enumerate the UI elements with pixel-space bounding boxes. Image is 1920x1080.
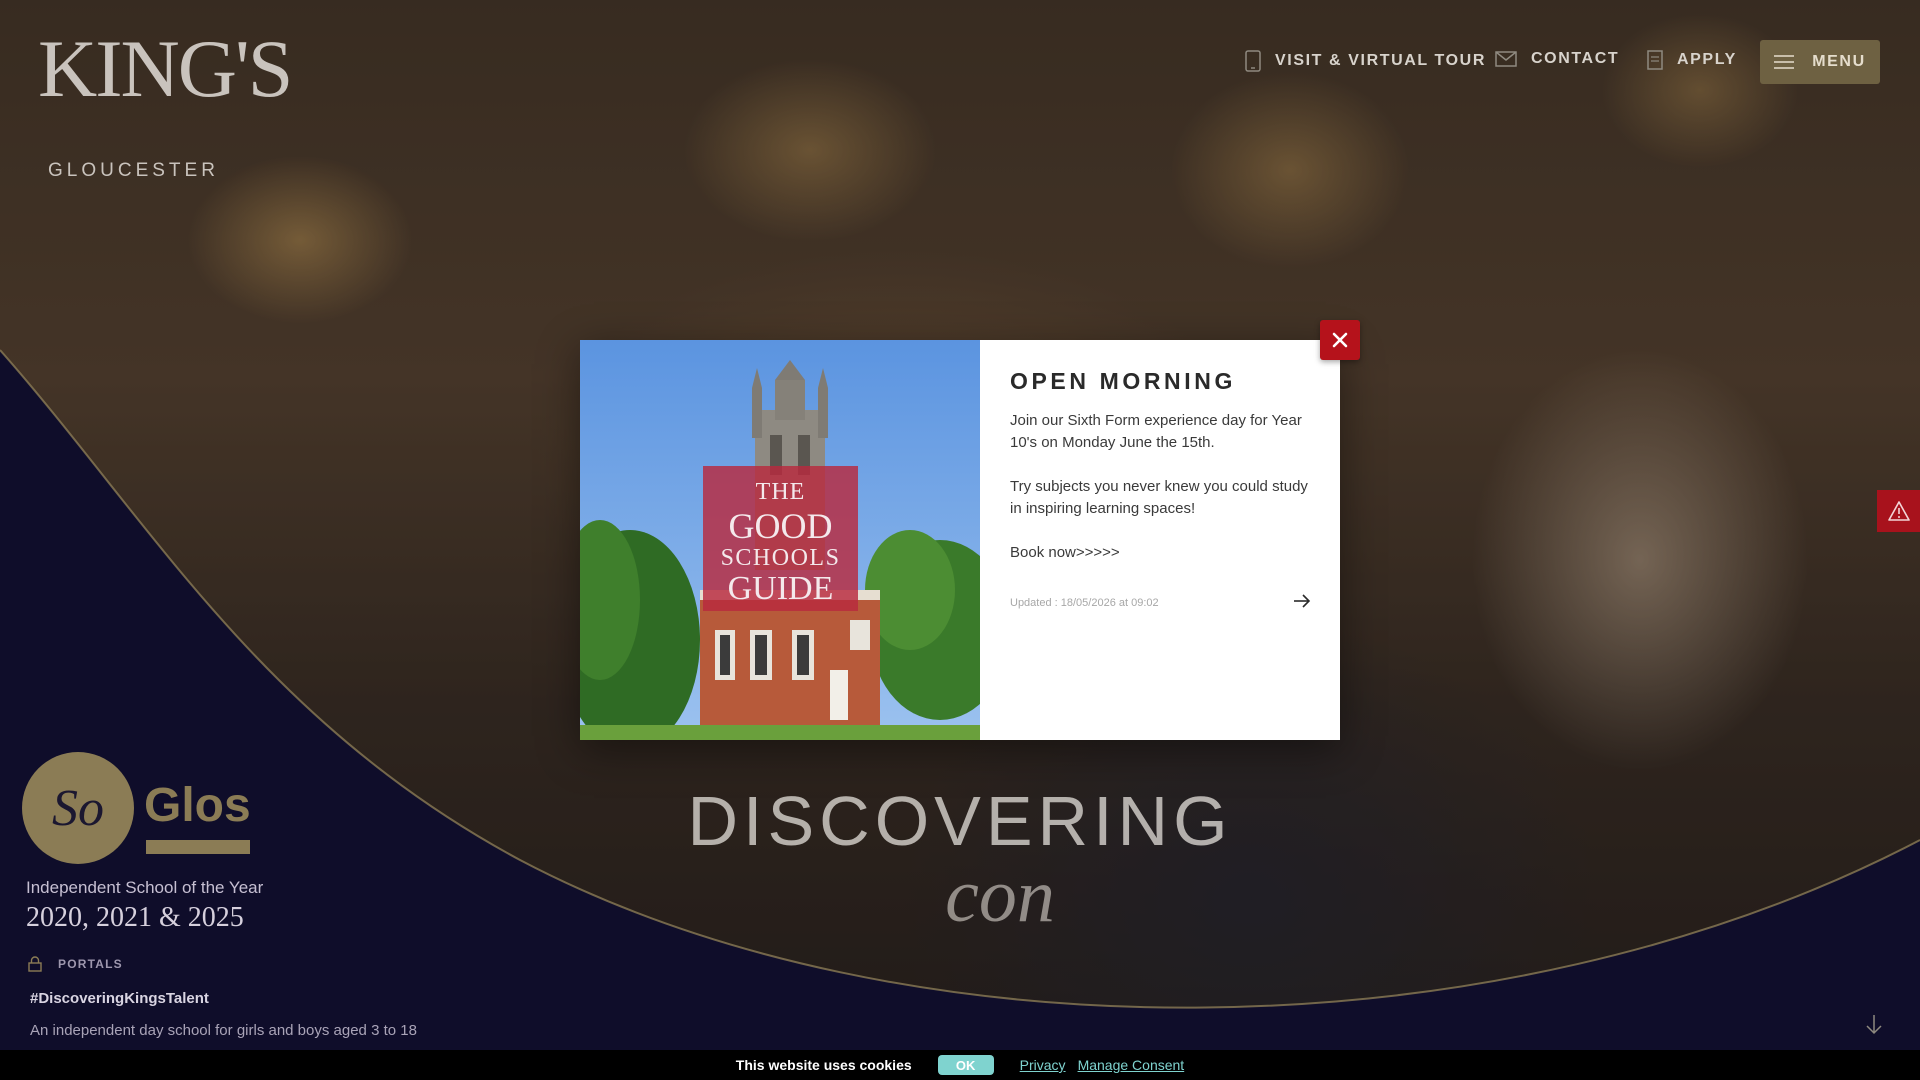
badge-line-guide: GUIDE [727,570,834,607]
hashtag-text: #DiscoveringKingsTalent [30,990,209,1007]
mail-icon [1495,51,1517,67]
good-schools-guide-badge: THE GOOD SCHOOLS GUIDE [703,466,858,611]
hero-heading: DISCOVERING [687,782,1233,860]
portals-link[interactable]: PORTALS [28,956,123,972]
portals-label: PORTALS [58,957,123,971]
arrow-down-icon[interactable] [1864,1014,1884,1036]
badge-line-the: THE [755,479,806,505]
modal-title: OPEN MORNING [1010,368,1236,394]
nav-apply-label: APPLY [1677,51,1737,68]
nav-contact-label: CONTACT [1531,50,1620,67]
lock-icon [28,956,42,972]
arrow-right-icon[interactable] [1292,593,1312,609]
cookie-ok-button[interactable]: OK [937,1055,994,1075]
modal-content: OPEN MORNING Join our Sixth Form experie… [1010,340,1316,740]
modal-updated-timestamp: Updated : 18/05/2026 at 09:02 [1010,597,1159,609]
modal-paragraph-2: Try subjects you never knew you could st… [1010,478,1308,517]
nav-contact[interactable]: CONTACT [1495,50,1619,68]
badge-line-schools: SCHOOLS [720,545,841,571]
phone-icon [1245,50,1261,72]
warning-icon [1887,501,1910,521]
cookie-message: This website uses cookies [735,1057,912,1073]
cookie-manage-consent-link[interactable]: Manage Consent [1078,1057,1185,1073]
cookie-links: Privacy Manage Consent [1020,1057,1185,1073]
modal-book-now-link[interactable]: Book now>>>>> [1010,542,1316,564]
menu-label: MENU [1812,53,1866,70]
cookie-privacy-link[interactable]: Privacy [1020,1057,1066,1073]
close-icon [1332,332,1348,348]
open-morning-modal: THE GOOD SCHOOLS GUIDE OPEN MORNING Join… [580,340,1340,740]
cookie-consent-bar: This website uses cookies OK Privacy Man… [0,1050,1920,1080]
good-schools-guide-image: THE GOOD SCHOOLS GUIDE [580,340,980,740]
nav-visit-label: VISIT & VIRTUAL TOUR [1275,52,1486,69]
nav-apply[interactable]: APPLY [1647,50,1737,70]
school-tagline: An independent day school for girls and … [30,1022,417,1039]
hero-script-word: con [945,854,1055,938]
badge-line-good: GOOD [728,506,833,546]
logo-subtitle: GLOUCESTER [48,160,219,181]
modal-paragraph-1: Join our Sixth Form experience day for Y… [1010,412,1302,451]
hamburger-icon [1774,55,1795,69]
school-logo[interactable]: KING'S GLOUCESTER [38,23,293,182]
logo-title: KING'S [38,23,293,114]
document-icon [1647,50,1663,70]
alert-tab[interactable] [1877,490,1920,532]
modal-close-button[interactable] [1320,320,1360,360]
menu-button[interactable]: MENU [1760,40,1880,84]
nav-visit-virtual-tour[interactable]: VISIT & VIRTUAL TOUR [1245,50,1486,72]
